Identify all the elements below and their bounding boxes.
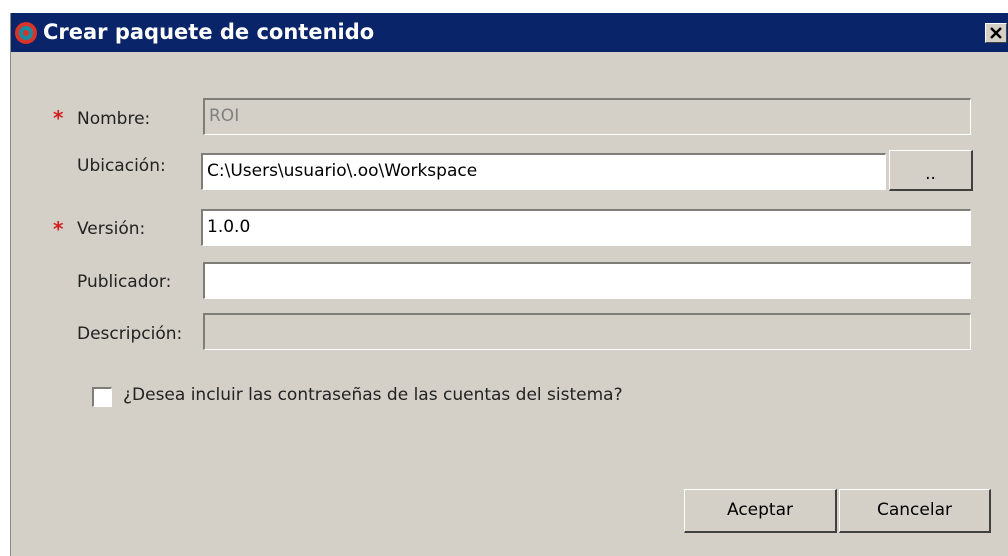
- nombre-field[interactable]: ROI: [203, 98, 971, 135]
- dialog-window: Crear paquete de contenido * Nombre: ROI…: [10, 13, 1008, 556]
- app-logo-icon: [14, 21, 38, 45]
- nombre-label: Nombre:: [77, 109, 151, 129]
- title-bar[interactable]: Crear paquete de contenido: [11, 13, 1008, 52]
- accept-button[interactable]: Aceptar: [684, 489, 837, 533]
- version-field[interactable]: 1.0.0: [201, 209, 971, 246]
- required-marker: *: [53, 217, 64, 241]
- include-passwords-checkbox[interactable]: [92, 387, 112, 407]
- browse-button[interactable]: ..: [889, 150, 973, 191]
- include-passwords-label[interactable]: ¿Desea incluir las contraseñas de las cu…: [123, 385, 623, 405]
- close-button[interactable]: [985, 23, 1007, 43]
- ubicacion-field[interactable]: C:\Users\usuario\.oo\Workspace: [201, 153, 886, 190]
- cancel-button[interactable]: Cancelar: [839, 489, 991, 533]
- version-label: Versión:: [77, 219, 146, 239]
- descripcion-field[interactable]: [203, 313, 971, 350]
- close-icon: [990, 27, 1002, 39]
- required-marker: *: [53, 106, 64, 130]
- publicador-label: Publicador:: [77, 272, 172, 292]
- window-title: Crear paquete de contenido: [43, 20, 375, 44]
- ubicacion-label: Ubicación:: [77, 156, 166, 176]
- publicador-field[interactable]: [203, 262, 971, 299]
- descripcion-label: Descripción:: [77, 324, 183, 344]
